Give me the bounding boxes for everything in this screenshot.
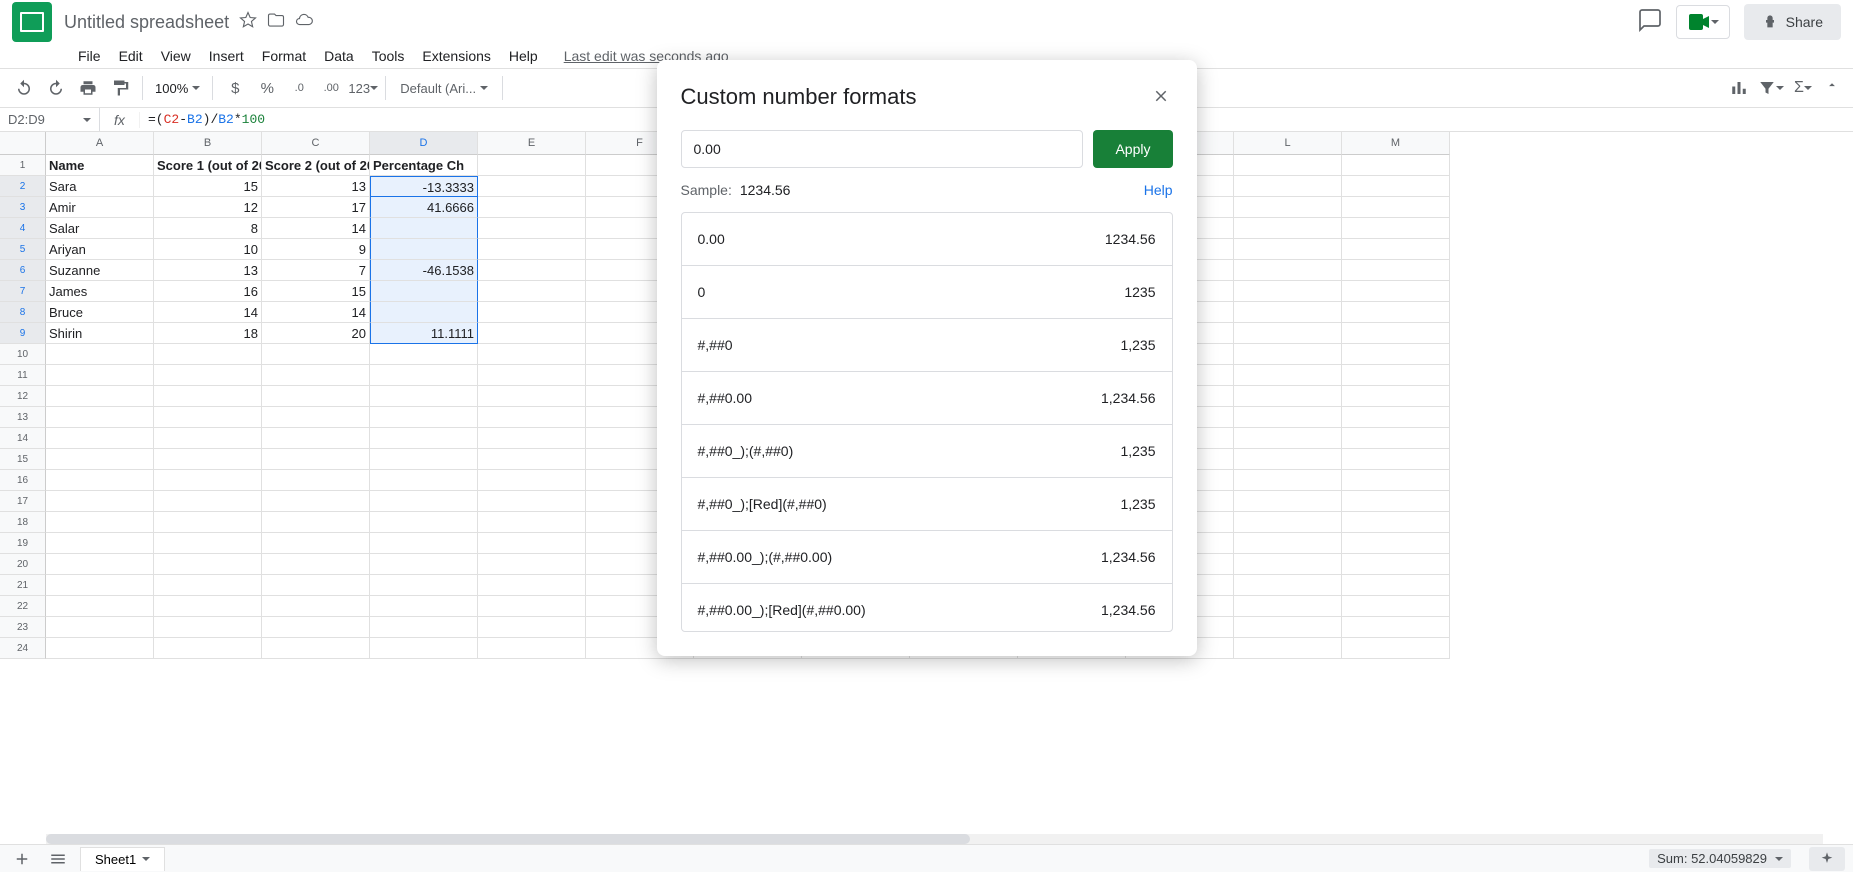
format-option[interactable]: #,##0.00_);[Red](#,##0.00)1,234.56 [682, 584, 1172, 632]
apply-button[interactable]: Apply [1093, 130, 1172, 168]
format-option[interactable]: 01235 [682, 266, 1172, 319]
format-option[interactable]: #,##0_);[Red](#,##0)1,235 [682, 478, 1172, 531]
format-option[interactable]: #,##0.00_);(#,##0.00)1,234.56 [682, 531, 1172, 584]
format-option[interactable]: #,##0.001,234.56 [682, 372, 1172, 425]
format-option[interactable]: #,##01,235 [682, 319, 1172, 372]
format-list[interactable]: 0.001234.5601235#,##01,235#,##0.001,234.… [681, 212, 1173, 632]
help-link[interactable]: Help [1144, 182, 1173, 198]
format-option[interactable]: #,##0_);(#,##0)1,235 [682, 425, 1172, 478]
format-option[interactable]: 0.001234.56 [682, 213, 1172, 266]
modal-overlay: Custom number formats Apply Sample: 1234.… [0, 0, 1853, 872]
sample-value: 1234.56 [740, 182, 791, 198]
sample-label: Sample: [681, 182, 732, 198]
dialog-title: Custom number formats [681, 84, 1173, 110]
format-input[interactable] [681, 130, 1084, 168]
custom-number-formats-dialog: Custom number formats Apply Sample: 1234.… [657, 60, 1197, 656]
close-button[interactable] [1149, 84, 1173, 108]
